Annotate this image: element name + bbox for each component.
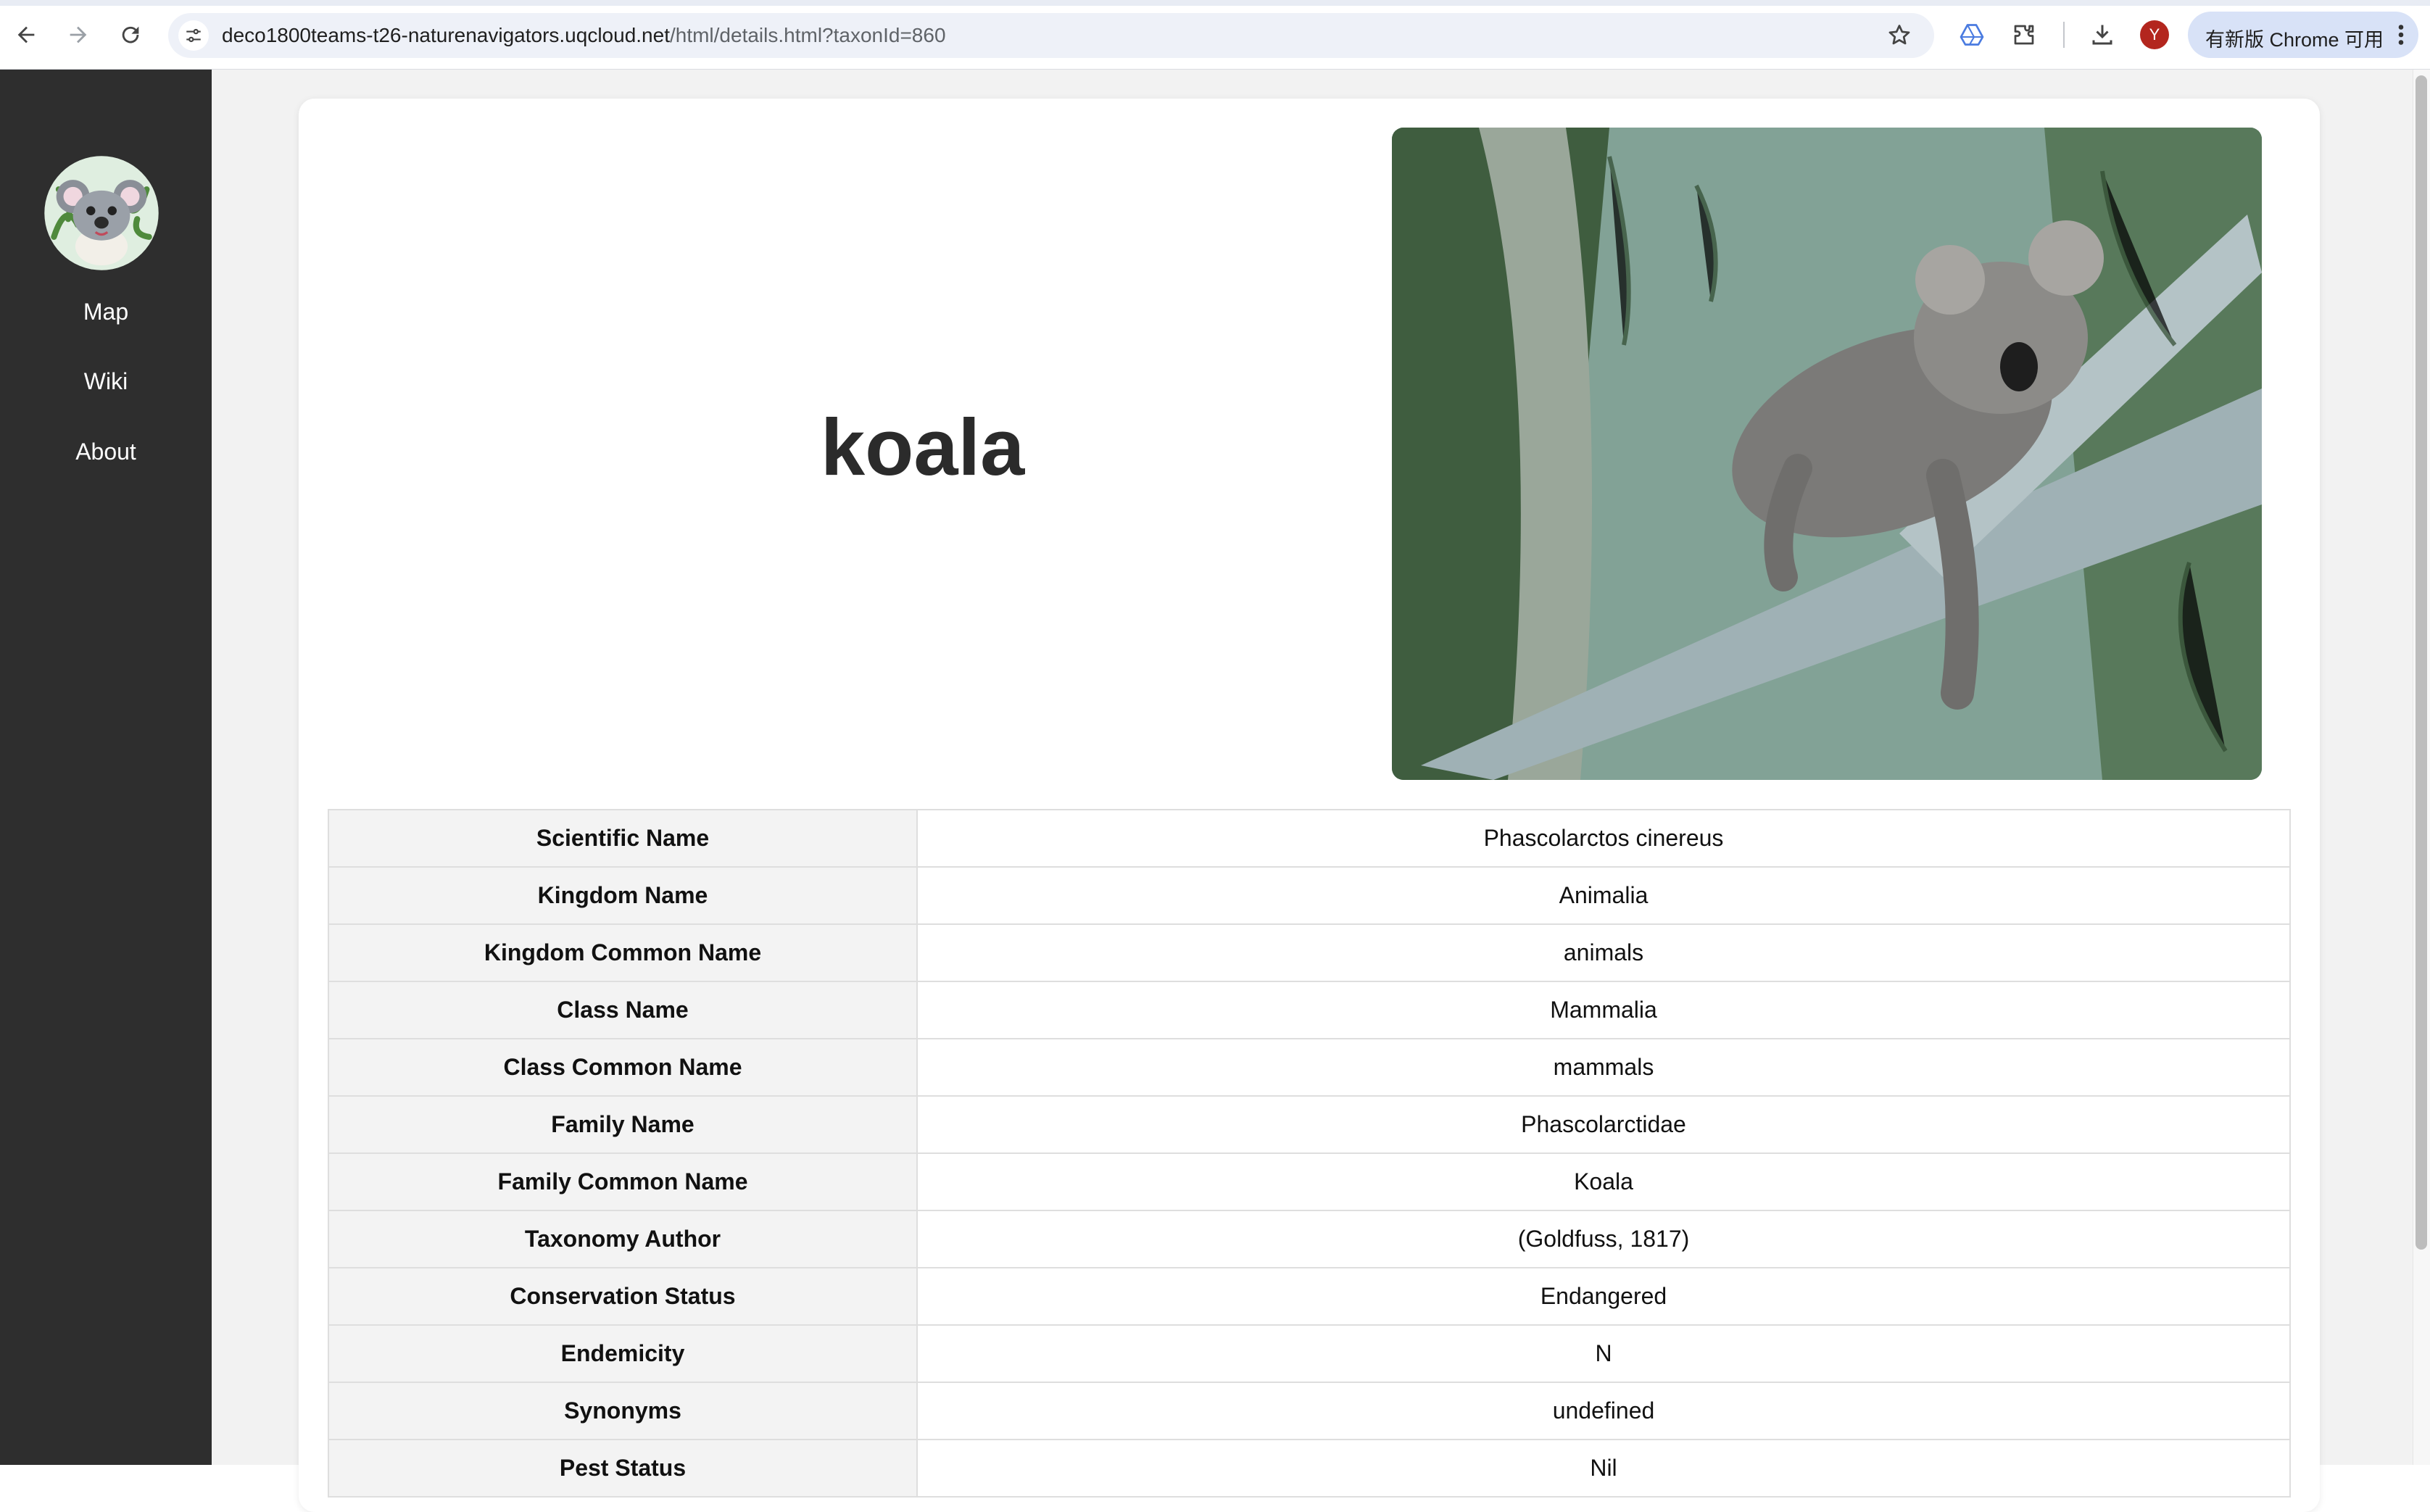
- detail-value: undefined: [916, 1382, 2291, 1440]
- species-photo: [1392, 128, 2262, 780]
- detail-value: Endangered: [916, 1267, 2291, 1326]
- detail-key: Pest Status: [328, 1439, 918, 1498]
- species-card: koala Scientific Name Phascolarctos cine…: [299, 99, 2320, 1512]
- address-bar[interactable]: deco1800teams-t26-naturenavigators.uqclo…: [168, 13, 1934, 58]
- table-row: Conservation Status Endangered: [328, 1267, 2291, 1326]
- species-details-table: Scientific Name Phascolarctos cinereus Kin…: [328, 809, 2291, 1498]
- back-icon[interactable]: [9, 17, 43, 52]
- chrome-update-button[interactable]: 有新版 Chrome 可用: [2188, 12, 2418, 58]
- detail-value: Phascolarctos cinereus: [916, 809, 2291, 868]
- site-settings-icon[interactable]: [178, 20, 209, 51]
- reload-icon[interactable]: [113, 17, 148, 52]
- species-title: koala: [821, 403, 1025, 492]
- bookmark-star-icon[interactable]: [1886, 22, 1912, 49]
- url-host: deco1800teams-t26-naturenavigators.uqclo…: [222, 24, 670, 46]
- chrome-update-label: 有新版 Chrome 可用: [2205, 29, 2384, 51]
- browser-toolbar: deco1800teams-t26-naturenavigators.uqclo…: [0, 0, 2430, 70]
- extensions-icon[interactable]: [2008, 19, 2040, 51]
- main-content: koala Scientific Name Phascolarctos cine…: [212, 70, 2413, 1512]
- table-row: Kingdom Name Animalia: [328, 866, 2291, 925]
- forward-icon[interactable]: [61, 17, 96, 52]
- table-row: Family Common Name Koala: [328, 1152, 2291, 1211]
- table-row: Endemicity N: [328, 1324, 2291, 1383]
- detail-value: mammals: [916, 1038, 2291, 1097]
- detail-value: Koala: [916, 1152, 2291, 1211]
- detail-value: N: [916, 1324, 2291, 1383]
- detail-value: Animalia: [916, 866, 2291, 925]
- detail-key: Kingdom Name: [328, 866, 918, 925]
- detail-key: Family Name: [328, 1095, 918, 1154]
- table-row: Class Common Name mammals: [328, 1038, 2291, 1097]
- url-path: /html/details.html?taxonId=860: [669, 24, 946, 46]
- more-menu-icon[interactable]: [2394, 22, 2408, 48]
- detail-key: Taxonomy Author: [328, 1210, 918, 1268]
- page-scrollbar-thumb[interactable]: [2416, 75, 2427, 1250]
- table-row: Family Name Phascolarctidae: [328, 1095, 2291, 1154]
- sidebar-item-map[interactable]: Map: [0, 299, 212, 325]
- toolbar-separator: [2063, 22, 2065, 48]
- detail-key: Conservation Status: [328, 1267, 918, 1326]
- table-row: Pest Status Nil: [328, 1439, 2291, 1498]
- table-row: Taxonomy Author (Goldfuss, 1817): [328, 1210, 2291, 1268]
- sidebar: Map Wiki About: [0, 70, 212, 1465]
- koala-logo[interactable]: [42, 154, 161, 273]
- detail-key: Class Common Name: [328, 1038, 918, 1097]
- url-text[interactable]: deco1800teams-t26-naturenavigators.uqclo…: [222, 24, 946, 47]
- detail-value: animals: [916, 923, 2291, 982]
- detail-key: Synonyms: [328, 1382, 918, 1440]
- detail-key: Kingdom Common Name: [328, 923, 918, 982]
- koala-photo-image: [1392, 128, 2262, 780]
- detail-value: Phascolarctidae: [916, 1095, 2291, 1154]
- download-icon[interactable]: [2086, 19, 2118, 51]
- table-row: Class Name Mammalia: [328, 981, 2291, 1039]
- detail-key: Family Common Name: [328, 1152, 918, 1211]
- detail-key: Scientific Name: [328, 809, 918, 868]
- detail-key: Endemicity: [328, 1324, 918, 1383]
- drive-icon[interactable]: [1956, 19, 1988, 51]
- sidebar-item-about[interactable]: About: [0, 439, 212, 465]
- table-row: Synonyms undefined: [328, 1382, 2291, 1440]
- table-row: Scientific Name Phascolarctos cinereus: [328, 809, 2291, 868]
- detail-value: Mammalia: [916, 981, 2291, 1039]
- profile-avatar[interactable]: Y: [2140, 20, 2169, 49]
- tab-strip-edge: [0, 0, 2430, 6]
- detail-value: Nil: [916, 1439, 2291, 1498]
- table-row: Kingdom Common Name animals: [328, 923, 2291, 982]
- detail-key: Class Name: [328, 981, 918, 1039]
- detail-value: (Goldfuss, 1817): [916, 1210, 2291, 1268]
- sidebar-item-wiki[interactable]: Wiki: [0, 368, 212, 395]
